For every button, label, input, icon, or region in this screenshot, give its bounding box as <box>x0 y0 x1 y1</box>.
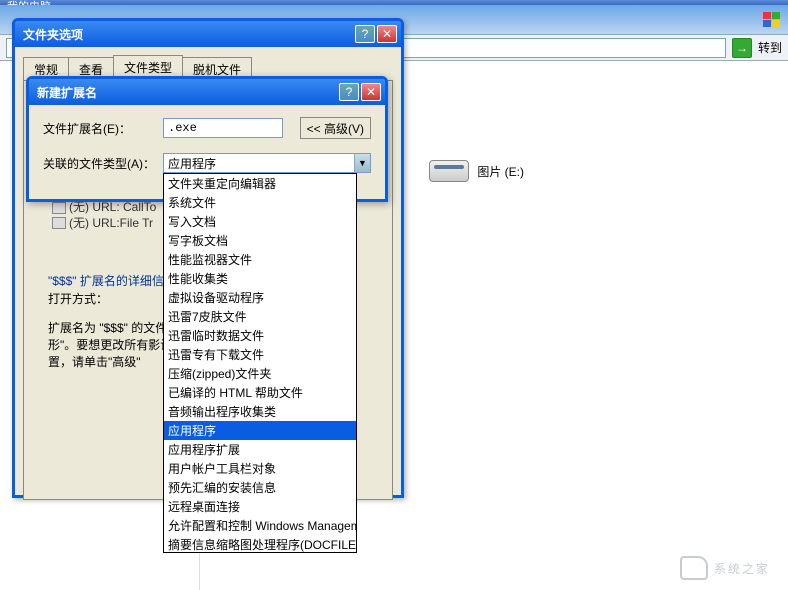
dropdown-item[interactable]: 写入文档 <box>164 212 356 231</box>
item-label: 图片 (E:) <box>477 163 524 180</box>
new-extension-title: 新建扩展名 <box>37 84 337 101</box>
help-button[interactable]: ? <box>339 83 359 101</box>
chevron-down-icon[interactable]: ▼ <box>354 154 370 172</box>
dropdown-item[interactable]: 远程桌面连接 <box>164 497 356 516</box>
watermark-icon <box>680 556 708 580</box>
new-extension-titlebar[interactable]: 新建扩展名 ? ✕ <box>29 79 385 105</box>
go-button[interactable]: → <box>732 38 752 58</box>
watermark: 系统之家 <box>680 556 770 580</box>
dropdown-item[interactable]: 迅雷7皮肤文件 <box>164 307 356 326</box>
close-button[interactable]: ✕ <box>361 83 381 101</box>
watermark-text: 系统之家 <box>714 560 770 577</box>
assoc-label: 关联的文件类型(A)： <box>43 155 163 172</box>
assoc-dropdown-value[interactable]: 应用程序 ▼ <box>163 153 371 173</box>
dropdown-item[interactable]: 文件夹重定向编辑器 <box>164 174 356 193</box>
new-extension-body: 文件扩展名(E)： << 高级(V) 关联的文件类型(A)： 应用程序 ▼ 文件… <box>29 105 385 199</box>
dropdown-item[interactable]: 虚拟设备驱动程序 <box>164 288 356 307</box>
item-pic-drive[interactable]: 图片 (E:) <box>429 160 524 182</box>
close-button[interactable]: ✕ <box>377 25 397 43</box>
drive-icon <box>429 160 469 182</box>
file-icon <box>52 202 66 214</box>
ext-input[interactable] <box>163 118 283 138</box>
dropdown-item[interactable]: 预先汇编的安装信息 <box>164 478 356 497</box>
dropdown-item[interactable]: 用户帐户工具栏对象 <box>164 459 356 478</box>
new-extension-dialog: 新建扩展名 ? ✕ 文件扩展名(E)： << 高级(V) 关联的文件类型(A)：… <box>26 76 388 202</box>
assoc-dropdown[interactable]: 应用程序 ▼ 文件夹重定向编辑器系统文件写入文档写字板文档性能监视器文件性能收集… <box>163 153 371 173</box>
filetype-list-peek: (无) URL: CallTo (无) URL:File Tr <box>52 200 156 231</box>
open-with-label: 打开方式： <box>48 290 108 307</box>
detail-header: "$$$" 扩展名的详细信 <box>48 272 168 289</box>
dropdown-item[interactable]: 摘要信息缩略图处理程序(DOCFILES) <box>164 535 356 553</box>
advanced-button[interactable]: << 高级(V) <box>300 117 371 139</box>
dropdown-item[interactable]: 音频输出程序收集类 <box>164 402 356 421</box>
windows-flag-icon <box>762 11 782 29</box>
assoc-dropdown-list[interactable]: 文件夹重定向编辑器系统文件写入文档写字板文档性能监视器文件性能收集类虚拟设备驱动… <box>163 173 357 553</box>
dropdown-item[interactable]: 迅雷临时数据文件 <box>164 326 356 345</box>
dropdown-item[interactable]: 压缩(zipped)文件夹 <box>164 364 356 383</box>
dropdown-item[interactable]: 允许配置和控制 Windows Managemen <box>164 516 356 535</box>
file-icon <box>52 217 66 229</box>
ext-label: 文件扩展名(E)： <box>43 120 163 137</box>
dropdown-item[interactable]: 性能收集类 <box>164 269 356 288</box>
dropdown-item[interactable]: 已编译的 HTML 帮助文件 <box>164 383 356 402</box>
go-label: 转到 <box>758 39 782 56</box>
folder-options-title: 文件夹选项 <box>23 26 353 43</box>
folder-options-titlebar[interactable]: 文件夹选项 ? ✕ <box>15 21 401 47</box>
dropdown-item[interactable]: 写字板文档 <box>164 231 356 250</box>
dropdown-item[interactable]: 系统文件 <box>164 193 356 212</box>
help-button[interactable]: ? <box>355 25 375 43</box>
dropdown-item[interactable]: 性能监视器文件 <box>164 250 356 269</box>
dropdown-item[interactable]: 应用程序扩展 <box>164 440 356 459</box>
dropdown-item[interactable]: 迅雷专有下载文件 <box>164 345 356 364</box>
detail-text: 扩展名为 "$$$" 的文件形"。要想更改所有影设置，请单击"高级" <box>48 320 178 370</box>
dropdown-item[interactable]: 应用程序 <box>164 421 356 440</box>
